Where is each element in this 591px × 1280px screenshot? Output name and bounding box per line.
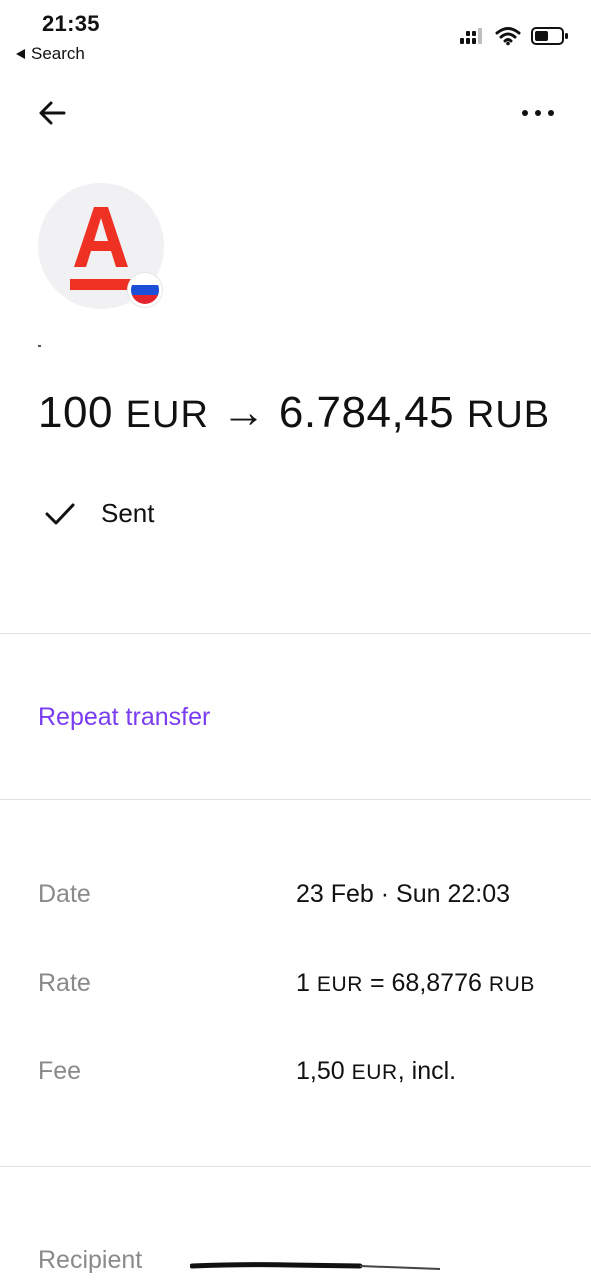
status-bar: 21:35 Search xyxy=(0,0,591,72)
divider xyxy=(0,633,591,634)
russia-flag-icon xyxy=(128,273,162,307)
transfer-amount: 100 EUR → 6.784,45 RUB xyxy=(38,388,550,438)
detail-row-fee: Fee 1,50 EUR, incl. xyxy=(38,1057,558,1091)
redacted-mark xyxy=(38,345,41,347)
divider xyxy=(0,1166,591,1167)
top-navigation xyxy=(0,92,591,136)
repeat-transfer-button[interactable]: Repeat transfer xyxy=(38,703,210,732)
recipient-label: Recipient xyxy=(38,1246,143,1274)
date-value: 23 Feb · Sun 22:03 xyxy=(296,880,511,908)
date-label: Date xyxy=(38,880,91,908)
divider xyxy=(0,799,591,800)
checkmark-icon xyxy=(45,503,75,524)
amount-source: 100 xyxy=(38,388,113,437)
fee-value: 1,50 EUR, incl. xyxy=(296,1057,457,1085)
wifi-icon xyxy=(495,27,521,46)
transfer-status: Sent xyxy=(44,498,155,529)
currency-target: RUB xyxy=(466,394,551,436)
rate-value: 1 EUR = 68,8776 RUB xyxy=(296,969,535,997)
detail-row-date: Date 23 Feb · Sun 22:03 xyxy=(38,880,558,914)
status-icons xyxy=(459,26,569,46)
alfa-bank-logo xyxy=(70,207,132,290)
back-app-label: Search xyxy=(31,44,85,63)
redacted-recipient-name xyxy=(190,1262,441,1270)
amount-target: 6.784,45 xyxy=(278,388,455,437)
arrow-right: → xyxy=(221,388,267,437)
status-time: 21:35 xyxy=(42,11,100,36)
back-to-app-link[interactable]: Search xyxy=(16,44,85,64)
fee-label: Fee xyxy=(38,1057,82,1085)
battery-icon xyxy=(531,27,568,45)
cellular-signal-icon xyxy=(460,28,482,44)
detail-row-rate: Rate 1 EUR = 68,8776 RUB xyxy=(38,969,558,1003)
currency-source: EUR xyxy=(125,394,209,436)
more-horizontal-icon[interactable] xyxy=(521,108,555,118)
rate-label: Rate xyxy=(38,969,91,997)
arrow-left-icon[interactable] xyxy=(36,96,70,130)
back-triangle-icon xyxy=(16,49,25,59)
status-label: Sent xyxy=(101,498,155,528)
